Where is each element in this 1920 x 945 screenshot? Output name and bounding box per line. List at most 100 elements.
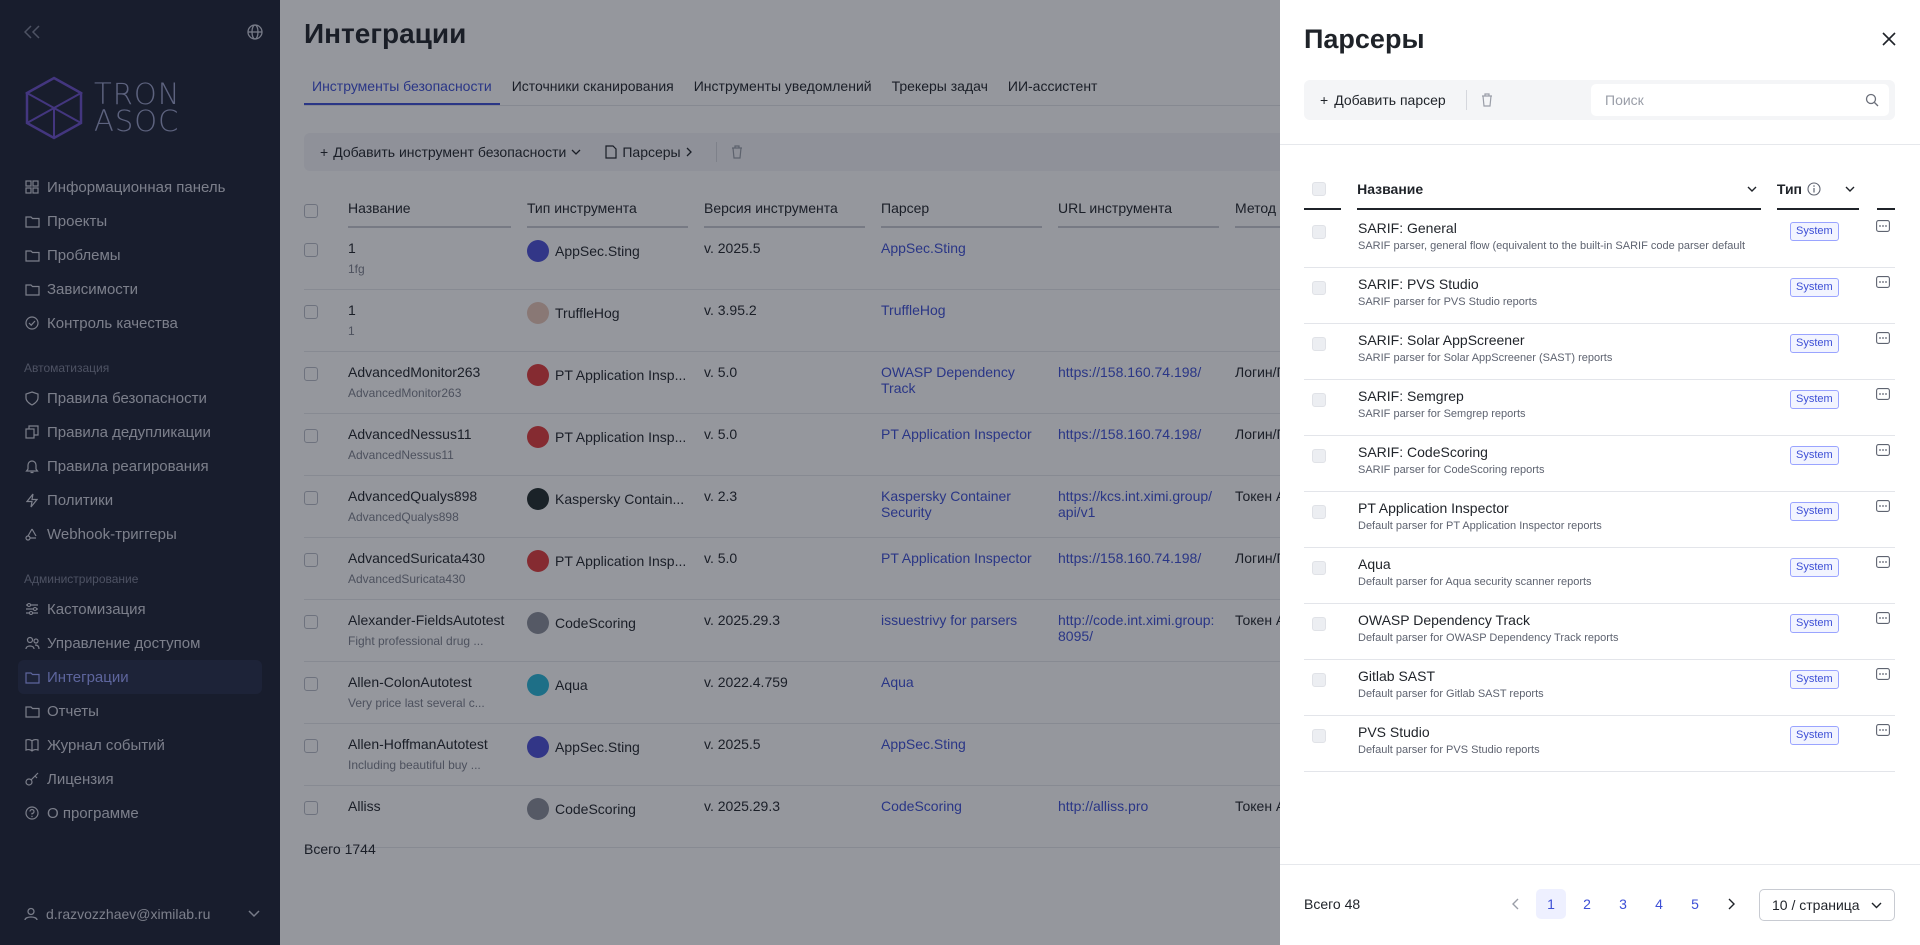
row-checkbox-cell	[1304, 380, 1358, 435]
row-checkbox-cell	[1304, 604, 1358, 659]
add-parser-button[interactable]: + Добавить парсер	[1320, 92, 1446, 108]
parser-description: SARIF parser for PVS Studio reports	[1358, 296, 1538, 308]
parser-name-cell: SARIF: General SARIF parser, general flow…	[1358, 212, 1790, 267]
parser-name: SARIF: CodeScoring	[1358, 444, 1488, 460]
row-checkbox[interactable]	[1312, 449, 1326, 463]
page-button-5[interactable]: 5	[1680, 889, 1710, 919]
parser-row[interactable]: Aqua Default parser for Aqua security sca…	[1304, 548, 1895, 604]
parsers-drawer: Парсеры + Добавить парсер Название Тип	[1280, 0, 1920, 945]
parser-row[interactable]: SARIF: Solar AppScreener SARIF parser for…	[1304, 324, 1895, 380]
column-type-title: Тип	[1777, 181, 1821, 197]
trash-icon[interactable]	[1481, 93, 1493, 107]
more-actions-icon[interactable]	[1876, 604, 1895, 659]
row-checkbox[interactable]	[1312, 505, 1326, 519]
more-actions-icon[interactable]	[1876, 212, 1895, 267]
column-type-header[interactable]: Тип	[1776, 170, 1859, 210]
column-name-header[interactable]: Название	[1357, 170, 1761, 210]
type-badge: System	[1790, 222, 1839, 241]
more-actions-icon[interactable]	[1876, 660, 1895, 715]
parser-name-cell: SARIF: PVS Studio SARIF parser for PVS St…	[1358, 268, 1790, 323]
page-button-3[interactable]: 3	[1608, 889, 1638, 919]
parser-name-cell: Aqua Default parser for Aqua security sca…	[1358, 548, 1790, 603]
page-button-2[interactable]: 2	[1572, 889, 1602, 919]
row-checkbox[interactable]	[1312, 561, 1326, 575]
search-field[interactable]	[1591, 84, 1889, 116]
parser-description: SARIF parser for CodeScoring reports	[1358, 464, 1545, 476]
parser-row[interactable]: PT Application Inspector Default parser f…	[1304, 492, 1895, 548]
parser-row[interactable]: PVS Studio Default parser for PVS Studio …	[1304, 716, 1895, 772]
page-button-4[interactable]: 4	[1644, 889, 1674, 919]
more-actions-icon[interactable]	[1876, 380, 1895, 435]
drawer-footer: Всего 48 12345 10 / страница	[1280, 864, 1920, 945]
more-actions-icon[interactable]	[1876, 268, 1895, 323]
parser-name: Aqua	[1358, 556, 1391, 572]
row-checkbox[interactable]	[1312, 337, 1326, 351]
more-actions-icon[interactable]	[1876, 492, 1895, 547]
row-checkbox[interactable]	[1312, 729, 1326, 743]
toolbar-divider	[1465, 90, 1467, 110]
column-actions-header	[1876, 170, 1895, 210]
parser-name-cell: SARIF: Solar AppScreener SARIF parser for…	[1358, 324, 1790, 379]
type-badge: System	[1790, 334, 1839, 353]
column-name-label: Название	[1357, 181, 1424, 197]
parser-description: SARIF parser for Semgrep reports	[1358, 408, 1526, 420]
row-checkbox-cell	[1304, 268, 1358, 323]
select-all-checkbox[interactable]	[1312, 182, 1326, 196]
type-badge: System	[1790, 726, 1839, 745]
parser-row[interactable]: Gitlab SAST Default parser for Gitlab SAS…	[1304, 660, 1895, 716]
row-checkbox-cell	[1304, 660, 1358, 715]
parsers-total: Всего 48	[1304, 896, 1361, 912]
more-actions-icon[interactable]	[1876, 716, 1895, 771]
page-size-value: 10 / страница	[1772, 897, 1860, 913]
parser-row[interactable]: OWASP Dependency Track Default parser for…	[1304, 604, 1895, 660]
parser-name: PT Application Inspector	[1358, 500, 1509, 516]
chevron-down-icon[interactable]	[1747, 186, 1757, 192]
parser-row[interactable]: SARIF: PVS Studio SARIF parser for PVS St…	[1304, 268, 1895, 324]
next-page-icon[interactable]	[1716, 889, 1746, 919]
parsers-table-header: Название Тип	[1304, 170, 1895, 210]
parser-name: PVS Studio	[1358, 724, 1430, 740]
row-checkbox[interactable]	[1312, 673, 1326, 687]
parser-name: Gitlab SAST	[1358, 668, 1436, 684]
parser-type-cell: System	[1790, 212, 1876, 267]
page-size-select[interactable]: 10 / страница	[1759, 889, 1895, 921]
type-badge: System	[1790, 278, 1839, 297]
parser-row[interactable]: SARIF: CodeScoring SARIF parser for CodeS…	[1304, 436, 1895, 492]
parser-row[interactable]: SARIF: General SARIF parser, general flow…	[1304, 212, 1895, 268]
chevron-down-icon[interactable]	[1845, 186, 1855, 192]
parser-name-cell: PT Application Inspector Default parser f…	[1358, 492, 1790, 547]
page-button-1[interactable]: 1	[1536, 889, 1566, 919]
parser-type-cell: System	[1790, 324, 1876, 379]
type-badge: System	[1790, 614, 1839, 633]
search-icon[interactable]	[1865, 93, 1879, 107]
row-checkbox[interactable]	[1312, 617, 1326, 631]
prev-page-icon[interactable]	[1500, 889, 1530, 919]
row-checkbox[interactable]	[1312, 393, 1326, 407]
parser-type-cell: System	[1790, 380, 1876, 435]
parser-description: Default parser for PT Application Inspec…	[1358, 520, 1602, 532]
type-badge: System	[1790, 502, 1839, 521]
info-icon[interactable]	[1807, 182, 1821, 196]
more-actions-icon[interactable]	[1876, 436, 1895, 491]
parser-description: SARIF parser for Solar AppScreener (SAST…	[1358, 352, 1613, 364]
more-actions-icon[interactable]	[1876, 548, 1895, 603]
column-type-label: Тип	[1776, 181, 1803, 197]
modal-overlay[interactable]	[0, 0, 1280, 945]
parser-row[interactable]: SARIF: Semgrep SARIF parser for Semgrep r…	[1304, 380, 1895, 436]
parser-name: OWASP Dependency Track	[1358, 612, 1530, 628]
row-checkbox[interactable]	[1312, 281, 1326, 295]
parser-type-cell: System	[1790, 268, 1876, 323]
more-actions-icon[interactable]	[1876, 324, 1895, 379]
row-checkbox-cell	[1304, 212, 1358, 267]
parser-name: SARIF: Solar AppScreener	[1358, 332, 1525, 348]
search-input[interactable]	[1603, 91, 1865, 109]
parser-name-cell: SARIF: Semgrep SARIF parser for Semgrep r…	[1358, 380, 1790, 435]
row-checkbox[interactable]	[1312, 225, 1326, 239]
parser-name-cell: Gitlab SAST Default parser for Gitlab SAS…	[1358, 660, 1790, 715]
drawer-divider	[1280, 144, 1920, 145]
parser-type-cell: System	[1790, 492, 1876, 547]
add-parser-label: Добавить парсер	[1334, 92, 1446, 108]
parser-type-cell: System	[1790, 436, 1876, 491]
close-icon[interactable]	[1880, 30, 1898, 48]
parser-description: Default parser for PVS Studio reports	[1358, 744, 1540, 756]
